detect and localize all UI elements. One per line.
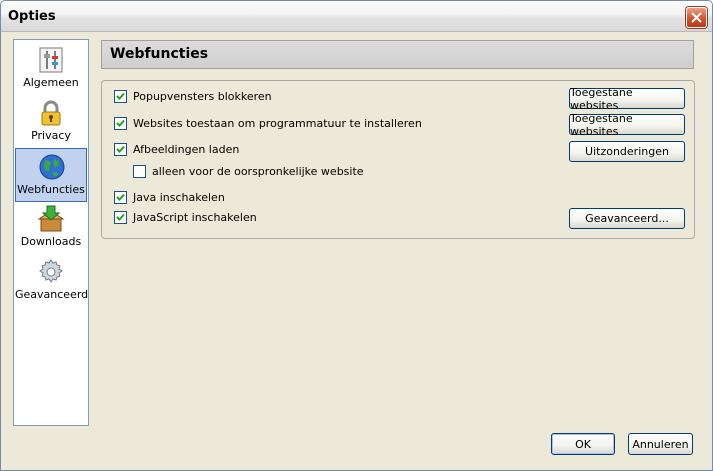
sidebar-item-label: Webfuncties [17, 183, 85, 196]
image-exceptions-button[interactable]: Uitzonderingen [569, 141, 685, 162]
popup-allowed-sites-button[interactable]: Toegestane websites [569, 86, 685, 112]
option-label: Afbeeldingen laden [133, 143, 240, 156]
checkmark-icon [116, 145, 125, 153]
panel-header: Webfuncties [101, 40, 694, 69]
checkmark-icon [116, 119, 125, 127]
checkmark-icon [116, 92, 125, 100]
category-sidebar: Algemeen Privacy Webfuncties Downloads G… [13, 39, 89, 426]
sidebar-item-label: Geavanceerd [15, 288, 89, 301]
sidebar-item-downloads[interactable]: Downloads [15, 201, 87, 253]
checkmark-icon [116, 193, 125, 201]
sidebar-item-label: Downloads [20, 235, 82, 248]
padlock-icon [41, 100, 61, 126]
option-label: alleen voor de oorspronkelijke website [152, 165, 364, 178]
window-title: Opties [8, 9, 56, 24]
sidebar-item-label: Algemeen [23, 76, 79, 89]
gear-icon [39, 259, 63, 283]
sidebar-item-label: Privacy [31, 129, 71, 142]
sidebar-item-algemeen[interactable]: Algemeen [15, 42, 87, 94]
cancel-button[interactable]: Annuleren [628, 433, 693, 455]
option-original-site-only[interactable]: alleen voor de oorspronkelijke website [133, 165, 364, 178]
option-label: Websites toestaan om programmatuur te in… [133, 117, 422, 130]
sidebar-item-privacy[interactable]: Privacy [15, 95, 87, 147]
install-allowed-sites-button[interactable]: Toegestane websites [569, 112, 685, 138]
globe-icon [39, 154, 65, 180]
option-label: JavaScript inschakelen [133, 211, 257, 224]
option-block-popups[interactable]: Popupvensters blokkeren [114, 90, 272, 103]
ok-button[interactable]: OK [551, 433, 615, 455]
checkbox[interactable] [114, 143, 127, 156]
sidebar-item-geavanceerd[interactable]: Geavanceerd [15, 254, 89, 306]
close-button[interactable] [686, 7, 707, 28]
option-label: Java inschakelen [133, 191, 225, 204]
option-allow-install[interactable]: Websites toestaan om programmatuur te in… [114, 117, 422, 130]
javascript-advanced-button[interactable]: Geavanceerd... [569, 208, 685, 229]
download-box-icon [37, 205, 65, 232]
option-load-images[interactable]: Afbeeldingen laden [114, 143, 239, 156]
checkbox[interactable] [114, 117, 127, 130]
close-icon [691, 12, 702, 23]
panel-title: Webfuncties [110, 46, 209, 62]
sidebar-item-webfuncties[interactable]: Webfuncties [15, 148, 87, 202]
checkbox[interactable] [114, 90, 127, 103]
sliders-icon [39, 47, 63, 73]
checkmark-icon [116, 213, 125, 221]
option-enable-java[interactable]: Java inschakelen [114, 191, 225, 204]
checkbox[interactable] [114, 211, 127, 224]
options-group: Popupvensters blokkeren Websites toestaa… [101, 80, 695, 239]
checkbox[interactable] [114, 191, 127, 204]
option-enable-javascript[interactable]: JavaScript inschakelen [114, 211, 257, 224]
options-window: Opties Algemeen Privacy Webfuncties Down… [0, 0, 713, 471]
title-bar[interactable]: Opties [1, 1, 712, 32]
checkbox[interactable] [133, 165, 146, 178]
option-label: Popupvensters blokkeren [133, 90, 272, 103]
